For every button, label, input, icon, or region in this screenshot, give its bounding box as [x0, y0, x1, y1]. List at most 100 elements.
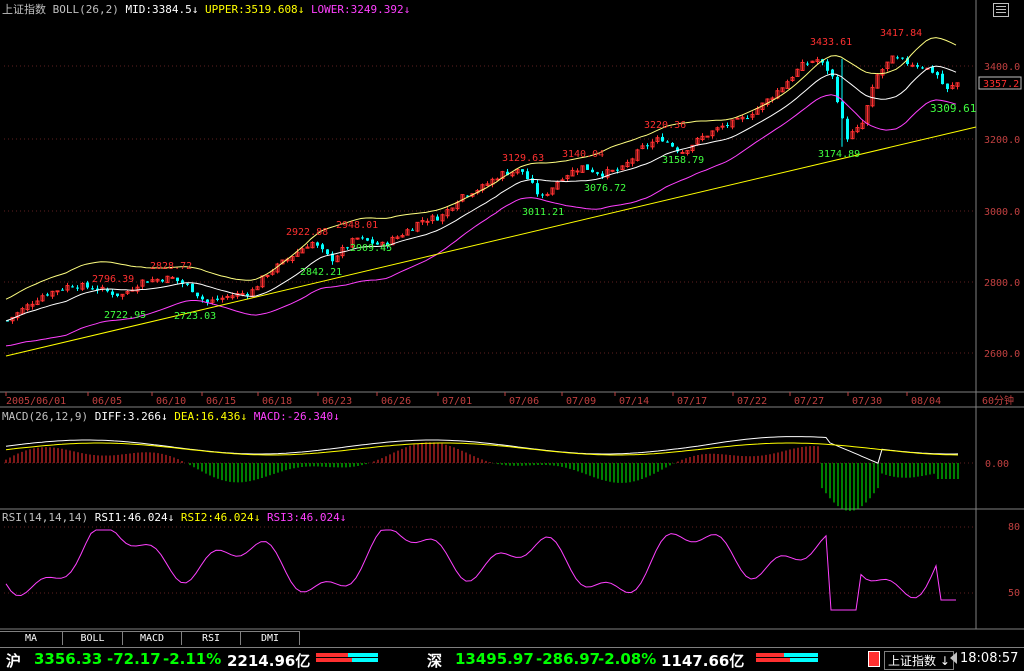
candle-body: [436, 216, 439, 221]
date-axis-label: 07/09: [566, 396, 596, 407]
candle-body: [896, 57, 899, 59]
trend-line: [5, 126, 977, 357]
price-annotation: 2723.03: [174, 311, 216, 322]
candle-body: [591, 169, 594, 173]
macd-dea-line: [5, 442, 959, 456]
price-annotation: 3158.79: [662, 155, 704, 166]
price-annotation: 2722.95: [104, 310, 146, 321]
price-annotation: 2842.21: [300, 267, 342, 278]
chart-canvas[interactable]: 3400.0 3200.0 3000.0 2800.0 2600.0 3357.2 2005…: [0, 0, 1024, 668]
sh-price: 3356.33: [34, 650, 103, 668]
candle-body: [61, 289, 64, 291]
date-axis-label: 06/05: [92, 396, 122, 407]
candle-body: [575, 170, 580, 173]
macd-value: MACD:-26.340: [253, 410, 334, 423]
date-axis-label: 06/23: [322, 396, 352, 407]
rsi-axis-label: 50: [1008, 588, 1020, 599]
mid-value: MID:3384.5: [125, 3, 192, 16]
candle-body: [216, 298, 219, 300]
date-axis-label: 06/26: [381, 396, 411, 407]
candle-body: [916, 65, 919, 67]
candle-body: [321, 244, 324, 250]
candle-body: [170, 276, 175, 279]
tab-boll[interactable]: BOLL: [63, 631, 123, 645]
date-axis-label: 07/30: [852, 396, 882, 407]
candle-body: [836, 76, 839, 103]
candle-body: [201, 296, 204, 300]
candle-body: [806, 63, 809, 65]
candle-body: [176, 277, 179, 282]
price-annotation: 3174.89: [818, 149, 860, 160]
tab-ma[interactable]: MA: [0, 631, 63, 645]
candle-body: [346, 247, 349, 249]
candle-body: [596, 172, 599, 174]
indicator-name: BOLL(26,2): [52, 3, 119, 16]
candle-body: [671, 142, 674, 147]
current-price-tag: 3357.2: [983, 79, 1019, 90]
candle-body: [536, 183, 539, 195]
candle-body: [910, 64, 915, 67]
candle-body: [76, 287, 79, 289]
candle-body: [921, 67, 924, 69]
date-axis-label: 07/01: [442, 396, 472, 407]
index-selector[interactable]: 上证指数 ↓: [884, 651, 954, 670]
tab-rsi[interactable]: RSI: [182, 631, 241, 645]
candle-body: [666, 141, 669, 143]
candle-body: [746, 118, 749, 120]
sz-price: 13495.97: [455, 650, 534, 668]
price-axis-label: 3400.0: [984, 62, 1020, 73]
dea-value: DEA:16.436: [174, 410, 241, 423]
candle-body: [111, 291, 114, 295]
candle-body: [265, 274, 270, 277]
candle-body: [186, 283, 189, 285]
sz-change: -286.97: [536, 650, 601, 668]
candle-body: [826, 61, 829, 71]
price-axis-label: 2600.0: [984, 349, 1020, 360]
candle-body: [225, 295, 230, 298]
boll-lower-line: [5, 94, 957, 347]
candle-body: [425, 220, 430, 223]
price-annotation: 2796.39: [92, 274, 134, 285]
macd-diff-line: [5, 436, 959, 464]
sh-breadth-bar: [316, 653, 378, 663]
rsi2-value: RSI2:46.024: [180, 511, 254, 524]
candle-body: [726, 125, 729, 127]
lower-value: LOWER:3249.392: [310, 3, 404, 16]
candle-body: [846, 118, 849, 140]
candle-body: [661, 136, 664, 142]
rsi-info-bar: RSI(14,14,14) RSI1:46.024↓ RSI2:46.024↓ …: [2, 511, 347, 524]
panel-menu-icon[interactable]: [993, 3, 1009, 17]
price-annotation: 2909.45: [350, 243, 392, 254]
candle-body: [936, 72, 939, 76]
price-annotation: 2922.88: [286, 227, 328, 238]
candle-body: [161, 279, 164, 282]
symbol-name: 上证指数: [2, 3, 46, 16]
candle-body: [366, 238, 369, 241]
price-annotation: 3417.84: [880, 28, 922, 39]
price-annotation: 3433.61: [810, 37, 852, 48]
date-axis-label: 06/15: [206, 396, 236, 407]
sound-icon[interactable]: [950, 652, 957, 664]
price-annotation: 3011.21: [522, 207, 564, 218]
tab-macd[interactable]: MACD: [123, 631, 182, 645]
status-bar: 沪 3356.33 -72.17 -2.11% 2214.96亿 深 13495…: [0, 647, 1024, 670]
candle-body: [941, 73, 944, 85]
sz-pct: -2.08%: [598, 650, 657, 668]
candle-body: [71, 286, 74, 288]
date-axis-label: 07/14: [619, 396, 649, 407]
rsi1-value: RSI1:46.024: [94, 511, 168, 524]
clock-time: 18:08:57: [960, 651, 1019, 666]
tab-dmi[interactable]: DMI: [241, 631, 300, 645]
price-annotation: 3140.04: [562, 149, 604, 160]
date-axis-label: 07/22: [737, 396, 767, 407]
candle-body: [146, 281, 149, 283]
period-label: 60分钟: [982, 394, 1014, 407]
candle-body: [191, 283, 194, 293]
price-annotation: 2948.01: [336, 220, 378, 231]
price-annotation: 2828.72: [150, 261, 192, 272]
candle-body: [326, 249, 329, 255]
price-annotation: 3076.72: [584, 183, 626, 194]
candle-body: [545, 193, 550, 196]
date-axis-label: 07/17: [677, 396, 707, 407]
price-axis-label: 3200.0: [984, 135, 1020, 146]
